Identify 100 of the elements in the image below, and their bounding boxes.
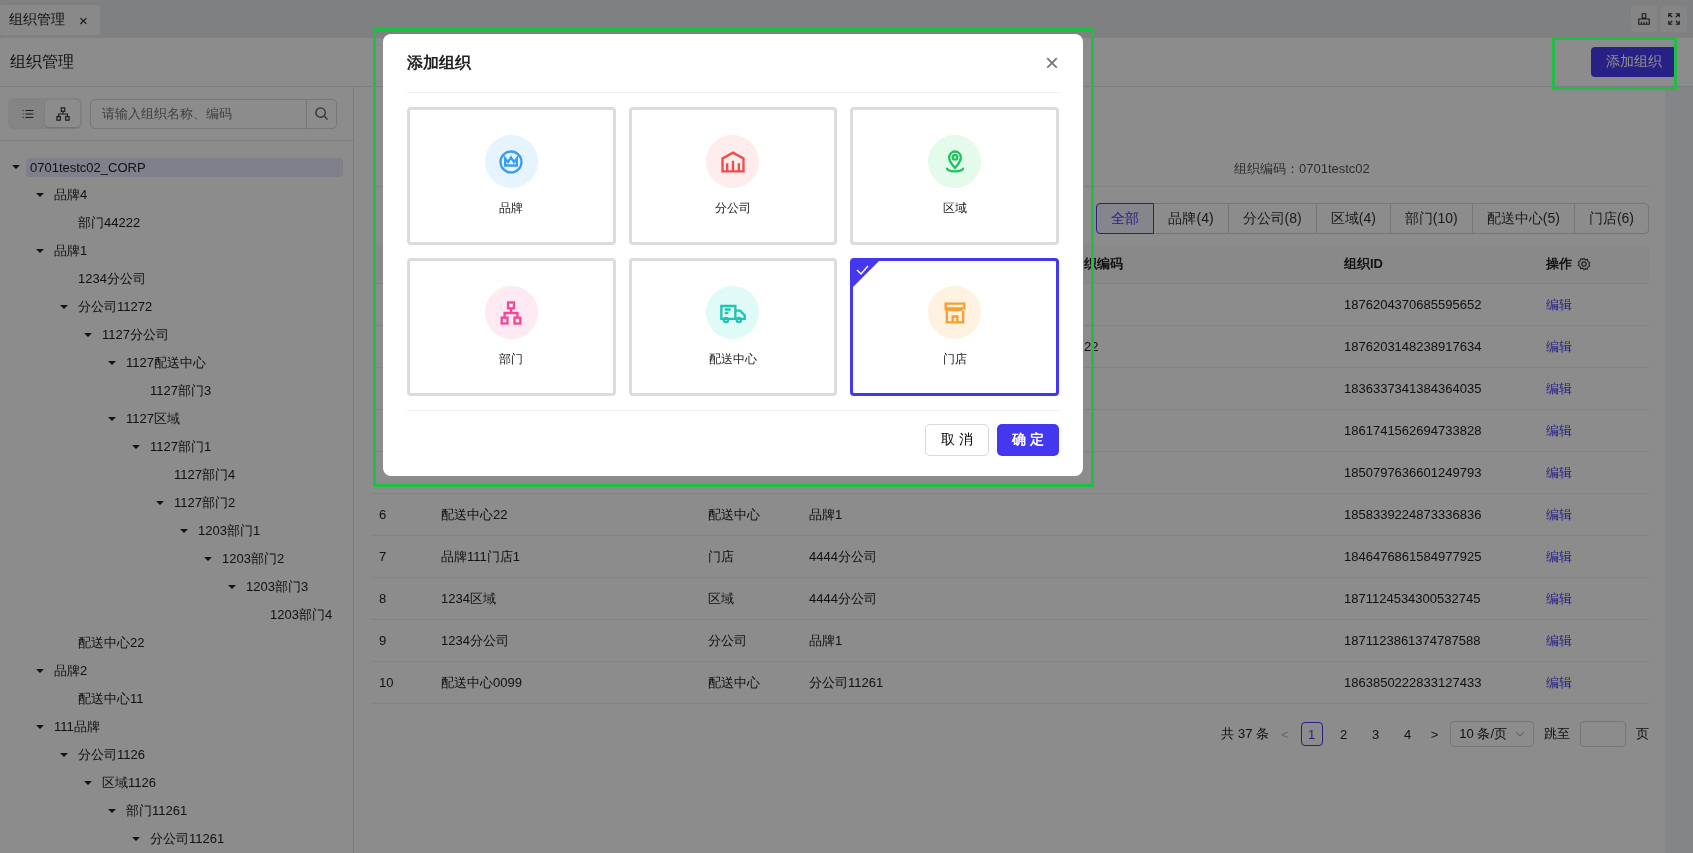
page-size-select[interactable]: 10 条/页 <box>1450 721 1534 747</box>
table-cell: 7 <box>379 549 387 564</box>
edit-link[interactable]: 编辑 <box>1546 547 1572 566</box>
tree-item[interactable]: 1203部门2 <box>218 548 289 570</box>
table-cell: 1846476861584977925 <box>1344 549 1482 564</box>
edit-link[interactable]: 编辑 <box>1546 463 1572 482</box>
tree-item[interactable]: 分公司1126 <box>74 744 149 766</box>
caret-icon[interactable] <box>204 555 212 563</box>
edit-link[interactable]: 编辑 <box>1546 631 1572 650</box>
table-cell: 1234分公司 <box>441 631 509 650</box>
table-cell: 1871124534300532745 <box>1344 591 1481 606</box>
tree-item[interactable]: 0701testc02_CORP <box>26 157 343 177</box>
table-cell: 分公司 <box>708 631 747 650</box>
tree-item[interactable]: 1203部门3 <box>242 576 313 598</box>
broom-icon[interactable] <box>1631 6 1657 32</box>
close-icon[interactable]: × <box>1045 49 1059 77</box>
caret-icon[interactable] <box>60 303 68 311</box>
edit-link[interactable]: 编辑 <box>1546 421 1572 440</box>
search-icon[interactable] <box>307 98 337 129</box>
caret-icon[interactable] <box>60 751 68 759</box>
tree-item[interactable]: 品牌2 <box>50 660 92 682</box>
table-cell: 4444分公司 <box>809 589 877 608</box>
organization-type-card[interactable]: 分公司 <box>628 107 838 245</box>
tree-item[interactable]: 1127部门3 <box>146 380 216 402</box>
tree-item[interactable]: 分公司11272 <box>74 296 157 318</box>
next-page-button[interactable]: > <box>1428 726 1441 742</box>
column-header: 组织ID <box>1344 255 1383 273</box>
tree-item[interactable]: 1127部门4 <box>170 464 240 486</box>
tree-item[interactable]: 1127部门1 <box>146 436 216 458</box>
organization-type-card[interactable]: 区域 <box>850 107 1059 245</box>
filter-tab[interactable]: 分公司(8) <box>1227 203 1317 234</box>
tree-item[interactable]: 区域1126 <box>98 772 160 794</box>
caret-icon[interactable] <box>108 415 116 423</box>
tree-item[interactable]: 1127配送中心 <box>122 352 210 374</box>
tree-item[interactable]: 1203部门1 <box>194 520 265 542</box>
organization-code: 组织编码：0701testc02 <box>1234 160 1370 178</box>
dialog-title: 添加组织 <box>407 52 471 73</box>
caret-icon[interactable] <box>12 163 20 171</box>
tree-item[interactable]: 111品牌 <box>50 716 104 738</box>
table-cell: 门店 <box>708 547 734 566</box>
caret-icon[interactable] <box>156 499 164 507</box>
filter-tab[interactable]: 全部 <box>1096 203 1155 234</box>
add-organization-button[interactable]: 添加组织 <box>1591 47 1677 77</box>
tree-view-icon[interactable] <box>45 100 80 127</box>
page-number[interactable]: 2 <box>1332 722 1355 746</box>
filter-tab[interactable]: 配送中心(5) <box>1471 203 1575 234</box>
tree-item[interactable]: 1203部门4 <box>266 604 337 626</box>
page-number[interactable]: 4 <box>1396 722 1419 746</box>
tree-item[interactable]: 品牌4 <box>50 184 92 206</box>
caret-icon[interactable] <box>84 331 92 339</box>
cancel-button[interactable]: 取 消 <box>925 424 990 456</box>
caret-icon[interactable] <box>108 807 116 815</box>
filter-tab[interactable]: 部门(10) <box>1389 203 1473 234</box>
tree-item[interactable]: 1127分公司 <box>98 324 173 346</box>
edit-link[interactable]: 编辑 <box>1546 295 1572 314</box>
settings-icon[interactable] <box>1577 257 1591 271</box>
page-number[interactable]: 1 <box>1300 722 1323 746</box>
table-cell: 8 <box>379 591 387 606</box>
page-title: 组织管理 <box>10 51 74 72</box>
caret-icon[interactable] <box>36 723 44 731</box>
page-number[interactable]: 3 <box>1364 722 1387 746</box>
edit-link[interactable]: 编辑 <box>1546 379 1572 398</box>
tree-item[interactable]: 1127区域 <box>122 408 184 430</box>
caret-icon[interactable] <box>84 779 92 787</box>
table-cell: 配送中心22 <box>441 505 508 524</box>
tree-item[interactable]: 部门11261 <box>122 800 192 822</box>
tree-item[interactable]: 配送中心11 <box>74 688 148 710</box>
table-cell: 1234区域 <box>441 589 496 608</box>
tree-item[interactable]: 部门44222 <box>74 212 145 234</box>
tree-item[interactable]: 分公司11261 <box>146 828 229 850</box>
table-cell: 分公司11261 <box>809 673 884 692</box>
organization-type-card[interactable]: 门店 <box>850 258 1059 396</box>
edit-link[interactable]: 编辑 <box>1546 505 1572 524</box>
edit-link[interactable]: 编辑 <box>1546 337 1572 356</box>
tree-item[interactable]: 1234分公司 <box>74 268 150 290</box>
fullscreen-icon[interactable] <box>1661 6 1687 32</box>
organization-type-card[interactable]: 部门 <box>407 258 616 396</box>
caret-icon[interactable] <box>180 527 188 535</box>
filter-tab[interactable]: 品牌(4) <box>1153 203 1229 234</box>
edit-link[interactable]: 编辑 <box>1546 589 1572 608</box>
tree-item[interactable]: 配送中心22 <box>74 632 149 654</box>
tree-item[interactable]: 品牌1 <box>50 240 92 262</box>
caret-icon[interactable] <box>132 443 140 451</box>
caret-icon[interactable] <box>36 247 44 255</box>
table-cell: 1863850222833127433 <box>1344 675 1482 690</box>
filter-tab[interactable]: 区域(4) <box>1315 203 1391 234</box>
caret-icon[interactable] <box>108 359 116 367</box>
search-field[interactable]: 请输入组织名称、编码 <box>90 98 307 129</box>
organization-type-card[interactable]: 品牌 <box>407 107 616 245</box>
tree-item[interactable]: 1127部门2 <box>170 492 240 514</box>
edit-link[interactable]: 编辑 <box>1546 673 1572 692</box>
organization-type-card[interactable]: 配送中心 <box>628 258 838 396</box>
caret-icon[interactable] <box>228 583 236 591</box>
page-tab[interactable]: 组织管理 × <box>0 5 100 35</box>
caret-icon[interactable] <box>132 835 140 843</box>
close-icon[interactable]: × <box>79 11 88 29</box>
caret-icon[interactable] <box>36 191 44 199</box>
filter-tab[interactable]: 门店(6) <box>1573 203 1649 234</box>
confirm-button[interactable]: 确 定 <box>997 424 1059 456</box>
caret-icon[interactable] <box>36 667 44 675</box>
